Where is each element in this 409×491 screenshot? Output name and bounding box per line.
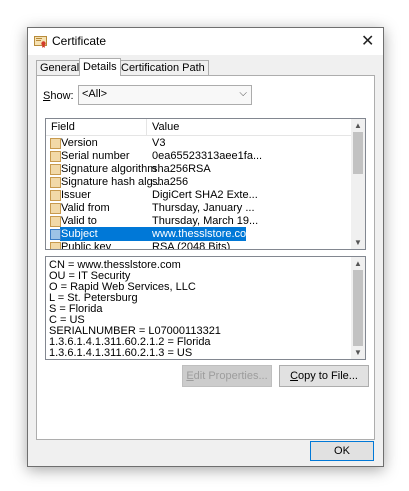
scroll-down-icon[interactable]: ▼ [354, 348, 362, 357]
field-value: V3 [152, 137, 166, 149]
field-icon [50, 242, 61, 249]
edit-properties-rest: dit Properties... [193, 370, 268, 382]
field-row[interactable]: Version V3 [46, 136, 351, 150]
field-value: Thursday, January ... [152, 202, 255, 214]
field-value: sha256 [152, 176, 189, 188]
field-name: Valid from [61, 202, 110, 214]
chevron-down-icon: ⌵ [239, 88, 247, 99]
scroll-up-icon[interactable]: ▲ [354, 259, 362, 268]
close-icon: ✕ [361, 31, 375, 50]
field-row[interactable]: Valid from Thursday, January ... [46, 201, 351, 215]
ok-button[interactable]: OK [310, 441, 374, 461]
certificate-dialog: Certificate ✕ General Details Certificat… [27, 27, 384, 467]
field-icon [50, 164, 61, 175]
details-panel: Show: <All> ⌵ Field Value Version V3 Seria… [36, 75, 375, 440]
list-header: Field Value [46, 119, 351, 136]
column-header-field[interactable]: Field [51, 121, 75, 133]
field-icon [50, 151, 61, 162]
field-value: sha256RSA [152, 163, 211, 175]
field-value: DigiCert SHA2 Exte... [152, 189, 258, 201]
field-icon [50, 229, 61, 240]
field-row[interactable]: Subject www.thesslstore.co... [46, 227, 351, 241]
field-name: Public key [61, 241, 112, 250]
field-name: Subject [61, 228, 98, 240]
column-header-value[interactable]: Value [152, 121, 179, 133]
field-name: Serial number [61, 150, 130, 162]
certificate-icon [34, 36, 47, 48]
field-value: Thursday, March 19... [152, 215, 259, 227]
field-name: Issuer [61, 189, 91, 201]
field-value: RSA (2048 Bits) [152, 241, 231, 250]
field-row[interactable]: Signature hash alg... sha256 [46, 175, 351, 189]
show-dropdown[interactable]: <All> ⌵ [78, 85, 252, 105]
field-row[interactable]: Issuer DigiCert SHA2 Exte... [46, 188, 351, 202]
fields-list[interactable]: Field Value Version V3 Serial number 0ea655… [45, 118, 366, 250]
field-icon [50, 138, 61, 149]
field-row[interactable]: Valid to Thursday, March 19... [46, 214, 351, 228]
detail-scrollbar[interactable]: ▲ ▼ [351, 257, 365, 359]
scrollbar-thumb[interactable] [353, 132, 363, 174]
copy-to-file-rest: opy to File... [298, 370, 358, 382]
field-name: Signature hash alg... [61, 176, 162, 188]
edit-properties-accel: E [186, 370, 194, 382]
fields-scrollbar[interactable]: ▲ ▼ [351, 119, 365, 249]
field-row[interactable]: Signature algorithm sha256RSA [46, 162, 351, 176]
show-dropdown-value: <All> [82, 88, 108, 100]
copy-to-file-button[interactable]: Copy to File... [279, 365, 369, 387]
field-detail-textbox[interactable]: CN = www.thesslstore.com OU = IT Security… [45, 256, 366, 360]
column-divider[interactable] [146, 119, 147, 135]
window-title: Certificate [52, 34, 107, 48]
tab-details[interactable]: Details [79, 58, 121, 76]
title-bar: Certificate ✕ [28, 28, 383, 55]
field-value: www.thesslstore.co... [152, 228, 256, 240]
field-row[interactable]: Serial number 0ea65523313aee1fa... [46, 149, 351, 163]
scroll-down-icon[interactable]: ▼ [354, 238, 362, 247]
field-name: Valid to [61, 215, 97, 227]
scrollbar-thumb[interactable] [353, 270, 363, 346]
field-row[interactable]: Public key RSA (2048 Bits) [46, 240, 351, 250]
field-icon [50, 190, 61, 201]
edit-properties-button[interactable]: Edit Properties... [182, 365, 272, 387]
detail-line: 1.3.6.1.4.1.311.60.2.1.3 = US [49, 347, 193, 359]
close-button[interactable]: ✕ [355, 30, 379, 52]
field-name: Signature algorithm [61, 163, 157, 175]
field-icon [50, 203, 61, 214]
field-value: 0ea65523313aee1fa... [152, 150, 263, 162]
scroll-up-icon[interactable]: ▲ [354, 121, 362, 130]
tab-certification-path[interactable]: Certification Path [117, 60, 209, 76]
field-icon [50, 177, 61, 188]
field-icon [50, 216, 61, 227]
copy-to-file-accel: C [290, 370, 299, 382]
show-label-rest: how: [50, 90, 74, 102]
show-label: Show: [43, 90, 74, 102]
tab-general[interactable]: General [36, 60, 84, 76]
field-name: Version [61, 137, 98, 149]
